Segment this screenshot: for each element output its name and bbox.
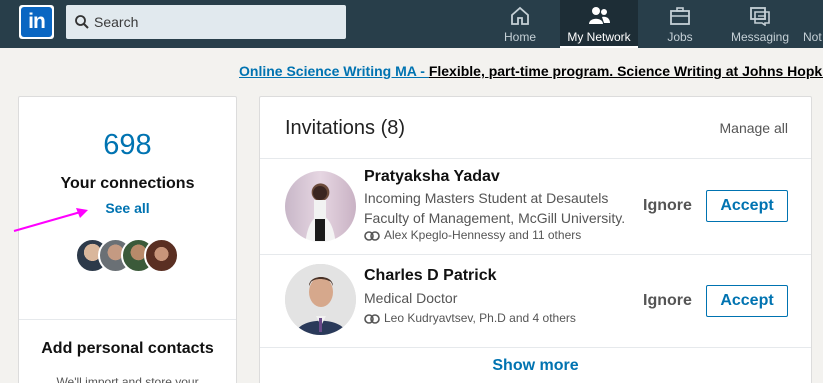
avatar — [144, 238, 179, 273]
briefcase-icon — [670, 7, 690, 25]
profile-photo — [285, 264, 356, 335]
mutual-connections-text: Alex Kpeglo-Hennessy and 11 others — [384, 228, 582, 242]
invitation-name[interactable]: Charles D Patrick — [364, 267, 497, 285]
annotation-arrow-icon — [13, 208, 88, 232]
nav-jobs[interactable]: Jobs — [654, 0, 706, 48]
ignore-button[interactable]: Ignore — [643, 292, 692, 310]
row-divider — [260, 347, 811, 348]
chat-icon — [750, 7, 770, 26]
invitation-name[interactable]: Pratyaksha Yadav — [364, 168, 500, 186]
nav-network-label: My Network — [567, 30, 631, 44]
ignore-button[interactable]: Ignore — [643, 197, 692, 215]
nav-notifications-label: Not — [803, 30, 822, 44]
add-contacts-subtitle: We'll import and store your — [56, 375, 199, 383]
invitations-card: Invitations (8) Manage all Pratyaksha Ya… — [259, 96, 812, 383]
nav-jobs-label: Jobs — [667, 30, 693, 44]
invitation-headline: Incoming Masters Student at Desautels Fa… — [364, 190, 626, 226]
card-divider — [19, 319, 236, 320]
mutual-connections[interactable]: Alex Kpeglo-Hennessy and 11 others — [364, 228, 581, 242]
mutual-connections-icon — [364, 231, 380, 241]
profile-photo — [313, 186, 327, 241]
ad-link[interactable]: Online Science Writing MA - — [239, 63, 429, 79]
nav-messaging-label: Messaging — [730, 30, 790, 44]
top-navbar: in Home My Network Jobs — [0, 0, 823, 48]
search-box[interactable] — [66, 5, 346, 39]
logo-text: in — [21, 7, 52, 37]
nav-my-network[interactable]: My Network — [560, 0, 638, 48]
avatar[interactable] — [285, 171, 356, 242]
connections-label: Your connections — [60, 175, 195, 192]
manage-all-link[interactable]: Manage all — [720, 120, 789, 136]
connections-count[interactable]: 698 — [19, 129, 236, 162]
search-input[interactable] — [94, 5, 344, 39]
mutual-connections[interactable]: Leo Kudryavtsev, Ph.D and 4 others — [364, 311, 576, 325]
connection-avatars — [75, 238, 195, 274]
ad-text[interactable]: Flexible, part-time program. Science Wri… — [429, 63, 823, 79]
accept-button[interactable]: Accept — [706, 285, 788, 317]
nav-messaging[interactable]: Messaging — [722, 0, 798, 48]
invitation-headline: Medical Doctor — [364, 290, 458, 306]
show-more-button[interactable]: Show more — [260, 357, 811, 375]
invitation-row: Pratyaksha Yadav Incoming Masters Studen… — [260, 159, 811, 255]
linkedin-logo[interactable]: in — [19, 5, 54, 39]
sponsored-ad[interactable]: Online Science Writing MA - Flexible, pa… — [239, 63, 823, 79]
add-contacts-title: Add personal contacts — [41, 340, 214, 357]
avatar[interactable] — [285, 264, 356, 335]
home-icon — [511, 6, 529, 25]
invitation-row: Charles D Patrick Medical Doctor Leo Kud… — [260, 255, 811, 351]
accept-button[interactable]: Accept — [706, 190, 788, 222]
invitations-title: Invitations (8) — [285, 117, 406, 139]
nav-notifications[interactable]: Not — [800, 0, 823, 48]
nav-home-label: Home — [503, 30, 536, 44]
people-icon — [589, 7, 610, 24]
search-icon — [75, 15, 89, 29]
connections-card: 698 Your connections See all Add persona… — [18, 96, 237, 383]
mutual-connections-icon — [364, 314, 380, 324]
nav-home[interactable]: Home — [494, 0, 546, 48]
mutual-connections-text: Leo Kudryavtsev, Ph.D and 4 others — [384, 311, 576, 325]
